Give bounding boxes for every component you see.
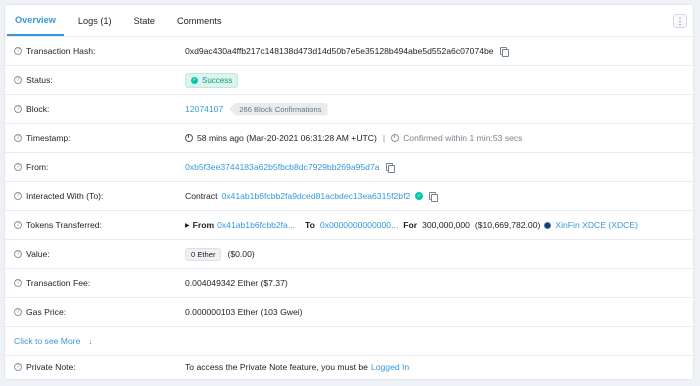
help-icon[interactable]: ? bbox=[14, 279, 22, 287]
tab-overview[interactable]: Overview bbox=[7, 5, 64, 36]
help-icon[interactable]: ? bbox=[14, 76, 22, 84]
row-timestamp: ? Timestamp: 58 mins ago (Mar-20-2021 06… bbox=[5, 124, 693, 153]
arrow-down-icon: ↓ bbox=[88, 336, 93, 346]
check-circle-icon: ✓ bbox=[191, 76, 198, 84]
timestamp-value: 58 mins ago (Mar-20-2021 06:31:28 AM +UT… bbox=[197, 133, 377, 143]
tab-logs[interactable]: Logs (1) bbox=[70, 5, 120, 36]
ether-value-badge: 0 Ether bbox=[185, 247, 222, 261]
see-more-button[interactable]: Click to see More ↓ bbox=[14, 336, 92, 346]
help-icon[interactable]: ? bbox=[14, 250, 22, 258]
verified-check-icon: ✓ bbox=[415, 192, 424, 200]
gas-price-label: Gas Price: bbox=[26, 307, 67, 317]
transaction-hash-label: Transaction Hash: bbox=[26, 46, 96, 56]
transaction-hash-value: 0xd9ac430a4ffb217c148138d473d14d50b7e5e3… bbox=[185, 46, 494, 56]
from-address-link[interactable]: 0xb5f3ee3744183a62b5fbcb8dc7929bb269a95d… bbox=[185, 162, 380, 172]
interacted-with-label: Interacted With (To): bbox=[26, 191, 104, 201]
logged-in-link[interactable]: Logged In bbox=[371, 362, 409, 372]
tab-bar: Overview Logs (1) State Comments ⋮ bbox=[5, 5, 693, 37]
block-number-link[interactable]: 12074107 bbox=[185, 104, 223, 114]
token-amount: 300,000,000 bbox=[422, 220, 470, 230]
row-gas-price: ? Gas Price: 0.000000103 Ether (103 Gwei… bbox=[5, 298, 693, 327]
clock-icon bbox=[185, 134, 193, 142]
status-badge: ✓ Success bbox=[185, 72, 239, 88]
xdce-token-icon bbox=[544, 221, 552, 229]
help-icon[interactable]: ? bbox=[14, 192, 22, 200]
block-confirmations-badge: 266 Block Confirmations bbox=[229, 102, 328, 116]
help-icon[interactable]: ? bbox=[14, 308, 22, 316]
row-transaction-fee: ? Transaction Fee: 0.004049342 Ether ($7… bbox=[5, 269, 693, 298]
row-block: ? Block: 12074107 266 Block Confirmation… bbox=[5, 95, 693, 124]
row-tokens-transferred: ? Tokens Transferred: ▶ From 0x41ab1b6fc… bbox=[5, 211, 693, 240]
row-transaction-hash: ? Transaction Hash: 0xd9ac430a4ffb217c14… bbox=[5, 37, 693, 66]
token-name-link[interactable]: XinFin XDCE (XDCE) bbox=[555, 220, 638, 230]
separator: | bbox=[382, 133, 386, 143]
help-icon[interactable]: ? bbox=[14, 163, 22, 171]
private-note-label: Private Note: bbox=[26, 361, 76, 372]
confirmed-within-text: Confirmed within 1 min:53 secs bbox=[403, 133, 523, 143]
copy-icon[interactable] bbox=[499, 46, 509, 57]
tab-state[interactable]: State bbox=[126, 5, 163, 36]
timestamp-label: Timestamp: bbox=[26, 133, 71, 143]
help-icon[interactable]: ? bbox=[14, 105, 22, 113]
token-usd-value: ($10,669,782.00) bbox=[474, 220, 541, 230]
token-for-label: For bbox=[403, 220, 418, 230]
more-options-button[interactable]: ⋮ bbox=[673, 14, 687, 28]
row-status: ? Status: ✓ Success bbox=[5, 66, 693, 95]
clock-outline-icon bbox=[391, 134, 400, 142]
transaction-fee-label: Transaction Fee: bbox=[26, 278, 91, 288]
status-label: Status: bbox=[26, 75, 53, 85]
block-label: Block: bbox=[26, 104, 50, 114]
help-icon[interactable]: ? bbox=[14, 134, 22, 142]
row-from: ? From: 0xb5f3ee3744183a62b5fbcb8dc7929b… bbox=[5, 153, 693, 182]
value-usd: ($0.00) bbox=[227, 249, 255, 259]
vertical-dots-icon: ⋮ bbox=[675, 15, 685, 26]
caret-right-icon: ▶ bbox=[185, 222, 190, 229]
row-private-note: ? Private Note: To access the Private No… bbox=[5, 352, 693, 379]
tab-comments[interactable]: Comments bbox=[169, 5, 229, 36]
token-from-label: From bbox=[192, 220, 215, 230]
gas-price-value: 0.000000103 Ether (103 Gwei) bbox=[185, 307, 303, 317]
token-to-label: To bbox=[305, 220, 315, 230]
help-icon[interactable]: ? bbox=[14, 362, 22, 371]
contract-address-link[interactable]: 0x41ab1b6fcbb2fa9dced81acbdec13ea6315f2b… bbox=[221, 191, 410, 201]
private-note-text: To access the Private Note feature, you … bbox=[185, 361, 368, 372]
help-icon[interactable]: ? bbox=[14, 47, 22, 55]
transaction-fee-value: 0.004049342 Ether ($7.37) bbox=[185, 278, 288, 288]
token-from-link[interactable]: 0x41ab1b6fcbb2fa... bbox=[217, 220, 295, 230]
see-more-link[interactable]: Click to see More bbox=[14, 336, 80, 346]
row-interacted-with: ? Interacted With (To): Contract 0x41ab1… bbox=[5, 182, 693, 211]
row-value: ? Value: 0 Ether ($0.00) bbox=[5, 240, 693, 269]
status-text: Success bbox=[202, 75, 233, 85]
tokens-transferred-label: Tokens Transferred: bbox=[26, 220, 102, 230]
copy-icon[interactable] bbox=[429, 191, 439, 202]
copy-icon[interactable] bbox=[385, 162, 395, 173]
transaction-details-card: Overview Logs (1) State Comments ⋮ ? Tra… bbox=[4, 4, 694, 380]
value-label: Value: bbox=[26, 249, 50, 259]
contract-prefix: Contract bbox=[185, 191, 218, 201]
token-to-link[interactable]: 0x0000000000000... bbox=[320, 220, 398, 230]
from-label: From: bbox=[26, 162, 49, 172]
help-icon[interactable]: ? bbox=[14, 221, 22, 229]
